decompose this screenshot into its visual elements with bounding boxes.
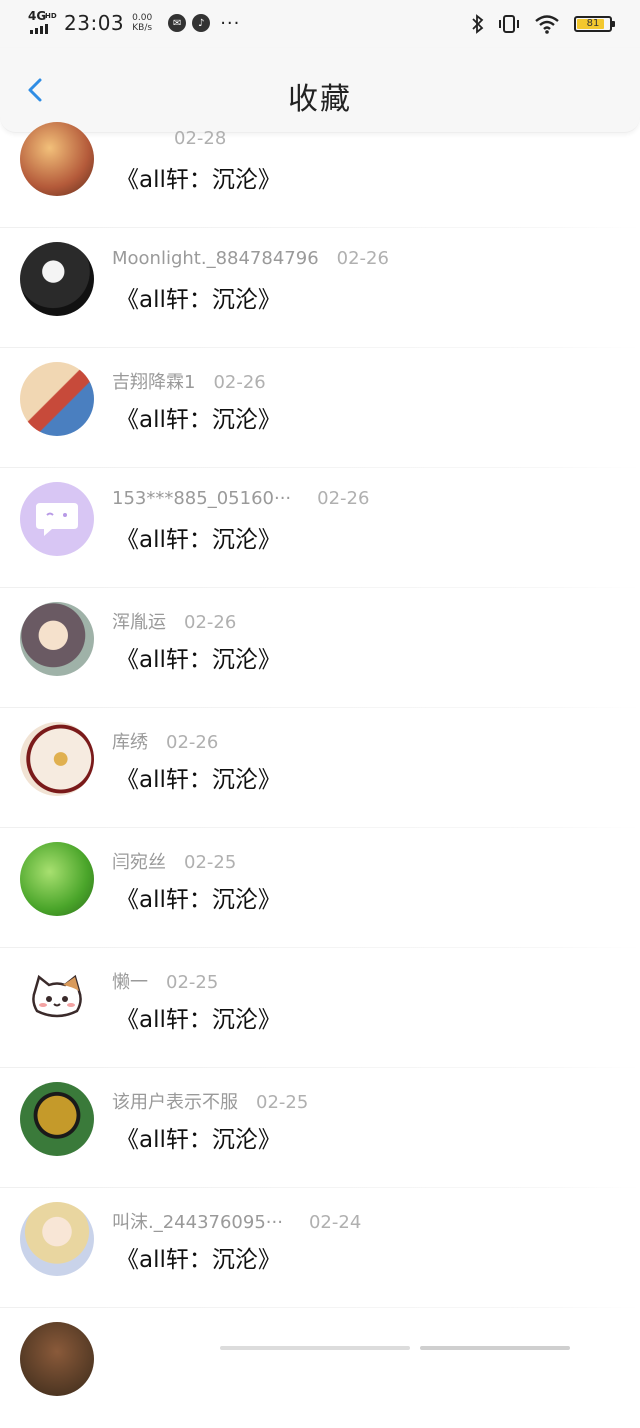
date: 02-26 xyxy=(184,612,237,633)
vibrate-icon xyxy=(499,15,519,33)
date: 02-28 xyxy=(174,128,227,149)
list-item[interactable]: 02-28 《all轩：沉沦》 xyxy=(0,108,640,228)
date: 02-26 xyxy=(317,488,370,509)
book-title: 《all轩：沉沦》 xyxy=(116,287,281,313)
user-name: 浑胤运 xyxy=(112,612,166,633)
cat-face-icon xyxy=(32,974,82,1018)
net-speed-unit: KB/s xyxy=(132,23,153,33)
net-speed: 0.00 KB/s xyxy=(132,13,152,33)
avatar[interactable] xyxy=(20,1322,94,1396)
user-name: 153***885_05160··· xyxy=(112,488,292,509)
list-item[interactable]: 吉翔降霖1 02-26 《all轩：沉沦》 xyxy=(0,348,640,468)
avatar[interactable] xyxy=(20,122,94,196)
scroll-indicator xyxy=(220,1346,410,1350)
book-title: 《all轩：沉沦》 xyxy=(116,167,281,193)
signal-bars-icon xyxy=(30,24,48,34)
book-title: 《all轩：沉沦》 xyxy=(116,407,281,433)
date: 02-25 xyxy=(166,972,219,993)
more-notifications-icon: ··· xyxy=(220,12,241,34)
user-name: 库绣 xyxy=(112,732,148,753)
chat-bubble-icon xyxy=(36,503,78,536)
network-hd: HD xyxy=(45,12,57,20)
clock: 23:03 xyxy=(64,11,125,35)
list-item[interactable]: Moonlight._884784796 02-26 《all轩：沉沦》 xyxy=(0,228,640,348)
list-item[interactable]: 叫沫._244376095··· 02-24 《all轩：沉沦》 xyxy=(0,1188,640,1308)
book-title: 《all轩：沉沦》 xyxy=(116,767,281,793)
user-name: 该用户表示不服 xyxy=(112,1092,238,1113)
wifi-icon xyxy=(535,15,559,34)
date: 02-25 xyxy=(184,852,237,873)
avatar[interactable] xyxy=(20,962,94,1036)
list-item[interactable]: 懒一 02-25 《all轩：沉沦》 xyxy=(0,948,640,1068)
network-type: 4G xyxy=(28,9,47,23)
user-name: Moonlight._884784796 xyxy=(112,248,319,269)
wechat-icon: ✉ xyxy=(168,14,187,32)
list-item[interactable]: 浑胤运 02-26 《all轩：沉沦》 xyxy=(0,588,640,708)
bluetooth-icon xyxy=(472,14,484,34)
avatar[interactable] xyxy=(20,242,94,316)
date: 02-24 xyxy=(308,1212,362,1233)
status-bar: 4G HD 23:03 0.00 KB/s ✉ ♪ ··· 81 xyxy=(0,0,640,48)
date: 02-26 xyxy=(336,248,389,269)
avatar[interactable] xyxy=(20,602,94,676)
date: 02-25 xyxy=(256,1092,309,1113)
avatar[interactable] xyxy=(20,842,94,916)
list-item[interactable]: 153***885_05160··· 02-26 《all轩：沉沦》 xyxy=(0,468,640,588)
book-title: 《all轩：沉沦》 xyxy=(116,1007,281,1033)
avatar[interactable] xyxy=(20,362,94,436)
signal-indicator: 4G HD xyxy=(28,9,57,36)
avatar[interactable] xyxy=(20,722,94,796)
avatar[interactable] xyxy=(20,1202,94,1276)
date: 02-26 xyxy=(166,732,219,753)
book-title: 《all轩：沉沦》 xyxy=(116,647,281,673)
avatar[interactable] xyxy=(20,482,94,556)
net-speed-value: 0.00 xyxy=(132,13,153,23)
user-name: 懒一 xyxy=(112,972,148,993)
list-item[interactable]: 该用户表示不服 02-25 《all轩：沉沦》 xyxy=(0,1068,640,1188)
user-name: 叫沫._244376095··· xyxy=(112,1212,283,1233)
list-item[interactable]: 闫宛丝 02-25 《all轩：沉沦》 xyxy=(0,828,640,948)
music-icon: ♪ xyxy=(192,14,211,32)
battery-level: 81 xyxy=(586,18,600,29)
list-item[interactable]: 库绣 02-26 《all轩：沉沦》 xyxy=(0,708,640,828)
avatar[interactable] xyxy=(20,1082,94,1156)
list-item-partial[interactable] xyxy=(0,1308,640,1428)
battery-icon: 81 xyxy=(574,16,615,32)
user-name: 吉翔降霖1 xyxy=(112,372,196,393)
book-title: 《all轩：沉沦》 xyxy=(116,1127,281,1153)
date: 02-26 xyxy=(213,372,266,393)
scroll-indicator xyxy=(420,1346,570,1350)
book-title: 《all轩：沉沦》 xyxy=(116,527,281,553)
book-title: 《all轩：沉沦》 xyxy=(116,887,281,913)
favorites-list: 02-28 《all轩：沉沦》 Moonlight._884784796 02-2… xyxy=(0,120,640,1428)
book-title: 《all轩：沉沦》 xyxy=(116,1247,281,1273)
user-name: 闫宛丝 xyxy=(112,852,166,873)
